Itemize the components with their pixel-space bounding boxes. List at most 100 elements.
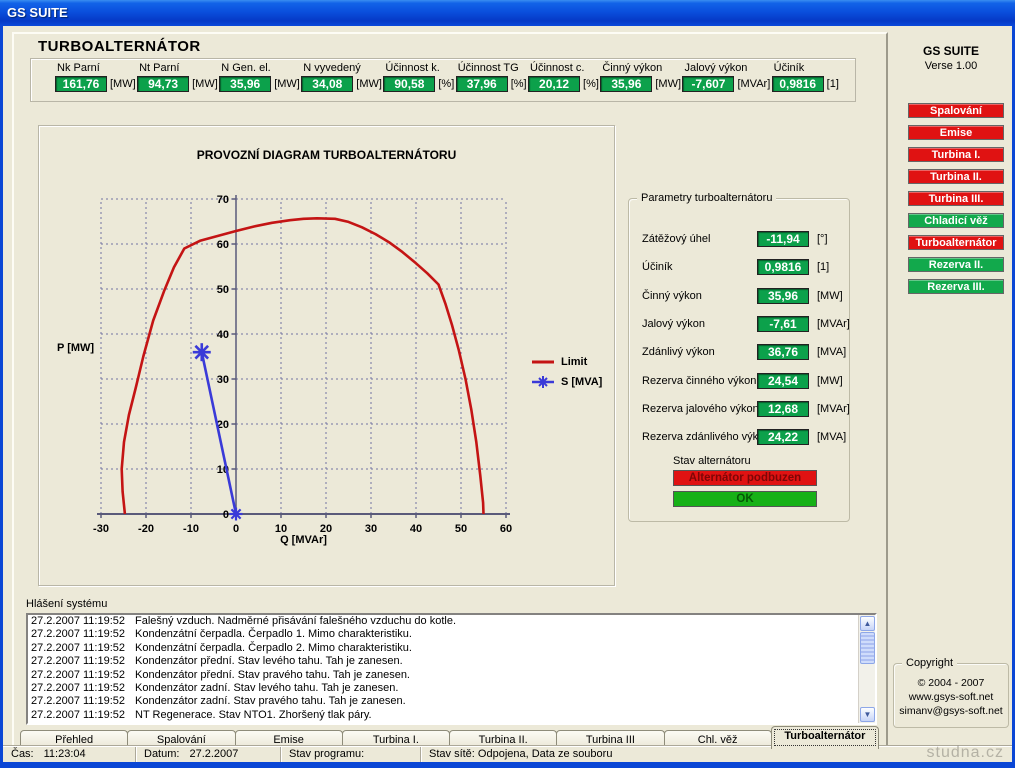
log-scrollbar[interactable]: ▲ ▼ [858,615,875,723]
sidebar-btn-turbina-2[interactable]: Turbina II. [908,169,1004,184]
sidebar-buttons: Spalování Emise Turbina I. Turbina II. T… [908,103,1004,301]
metric-value: 35,96 [219,76,271,92]
svg-text:30: 30 [217,374,229,386]
status-date: Datum:27.2.2007 [136,747,281,762]
scroll-up-icon[interactable]: ▲ [860,616,875,631]
sidebar-version: Verse 1.00 [890,60,1012,72]
log-entry[interactable]: 27.2.2007 11:19:52Kondenzátor přední. St… [28,669,875,682]
param-value: -7,61 [757,316,809,332]
status-time: Čas:11:23:04 [3,747,136,762]
x-axis-label: Q [MVAr] [101,534,506,546]
metric-unit: [MW] [192,78,218,90]
system-messages-label: Hlášení systému [26,598,107,610]
param-row: Jalový výkon-7,61[MVAr] [629,316,849,334]
sidebar-btn-turboalternator[interactable]: Turboalternátor [908,235,1004,250]
parameters-groupbox: Parametry turboalternátoru Zátěžový úhel… [628,198,850,522]
metric-value: -7,607 [682,76,734,92]
copyright-lines: © 2004 - 2007 www.gsys-soft.net simanv@g… [894,676,1008,718]
metric-unit: [1] [827,78,839,90]
sidebar-btn-rezerva-3[interactable]: Rezerva III. [908,279,1004,294]
metric-ucinik: Účiník 0,9816[1] [772,62,839,98]
copyright-website: www.gsys-soft.net [894,690,1008,704]
log-entry[interactable]: 27.2.2007 11:19:52Kondenzátor přední. St… [28,655,875,668]
svg-text:60: 60 [217,239,229,251]
sidebar-btn-turbina-1[interactable]: Turbina I. [908,147,1004,162]
param-row: Účiník0,9816[1] [629,259,849,277]
param-row: Rezerva činného výkonu24,54[MW] [629,373,849,391]
metric-unit: [%] [583,78,599,90]
metric-unit: [MW] [655,78,681,90]
log-entry[interactable]: 27.2.2007 11:19:52NT Regenerace. Stav NT… [28,709,875,722]
main-panel: TURBOALTERNÁTOR Nk Parní 161,76[MW] Nt P… [12,32,888,747]
status-network: Stav sítě: Odpojena, Data ze souboru [421,747,1012,762]
sidebar-btn-emise[interactable]: Emise [908,125,1004,140]
metric-value: 34,08 [301,76,353,92]
param-row: Zdánlivý výkon36,76[MVA] [629,344,849,362]
svg-text:0: 0 [223,509,229,521]
page-title: TURBOALTERNÁTOR [38,38,201,55]
watermark: studna.cz [927,744,1004,762]
metric-value: 35,96 [600,76,652,92]
application-window: GS SUITE TURBOALTERNÁTOR Nk Parní 161,76… [0,0,1015,768]
param-value: 12,68 [757,401,809,417]
log-entry[interactable]: 27.2.2007 11:19:52Falešný vzduch. Nadměr… [28,615,875,628]
log-entry[interactable]: 27.2.2007 11:19:52Kondenzátní čerpadla. … [28,628,875,641]
param-row: Rezerva zdánlivého výkonu24,22[MVA] [629,429,849,447]
copyright-years: © 2004 - 2007 [894,676,1008,690]
param-value: 24,54 [757,373,809,389]
operating-diagram-panel: PROVOZNÍ DIAGRAM TURBOALTERNÁTORU -30-20… [38,125,615,586]
svg-text:40: 40 [217,329,229,341]
tab-turboalternator[interactable]: Turboalternátor [771,726,879,749]
system-messages-list[interactable]: 27.2.2007 11:19:52Falešný vzduch. Nadměr… [26,613,877,725]
alternator-state-label: Stav alternátoru [673,455,751,467]
pq-diagram-chart: -30-20-100102030405060010203040506070 [69,189,529,551]
param-row: Rezerva jalového výkonu12,68[MVAr] [629,401,849,419]
status-program: Stav programu: [281,747,421,762]
sidebar-btn-chladici-vez[interactable]: Chladicí věž [908,213,1004,228]
sidebar-app-name: GS SUITE [890,44,1012,58]
metric-value: 0,9816 [772,76,824,92]
copyright-email: simanv@gsys-soft.net [894,704,1008,718]
log-entry[interactable]: 27.2.2007 11:19:52Kondenzátor zadní. Sta… [28,695,875,708]
log-entry[interactable]: 27.2.2007 11:19:52Kondenzátor zadní. Sta… [28,682,875,695]
sidebar-btn-turbina-3[interactable]: Turbina III. [908,191,1004,206]
window-titlebar[interactable]: GS SUITE [0,0,1015,26]
metric-ucinnost-tg: Účinnost TG 37,96[%] [456,62,527,98]
metric-unit: [MW] [356,78,382,90]
param-value: 24,22 [757,429,809,445]
metric-nt-parni: Nt Parní 94,73[MW] [137,62,218,98]
scroll-down-icon[interactable]: ▼ [860,707,875,722]
metric-ucinnost-c: Účinnost c. 20,12[%] [528,62,599,98]
chart-legend: Limit S [MVA] [531,352,615,392]
copyright-groupbox: Copyright © 2004 - 2007 www.gsys-soft.ne… [893,663,1009,728]
metric-unit: [%] [438,78,454,90]
metric-unit: [MW] [110,78,136,90]
param-value: 36,76 [757,344,809,360]
param-row: Zátěžový úhel-11,94[°] [629,231,849,249]
limit-line-icon [531,358,555,366]
metric-n-vyvedeny: N vyvedený 34,08[MW] [301,62,382,98]
metric-unit: [%] [511,78,527,90]
param-row: Činný výkon35,96[MW] [629,288,849,306]
legend-item-limit: Limit [531,352,615,372]
svg-text:70: 70 [217,194,229,206]
alternator-status-alert: Alternátor podbuzen [673,470,817,486]
chart-title: PROVOZNÍ DIAGRAM TURBOALTERNÁTORU [39,148,614,162]
log-entry[interactable]: 27.2.2007 11:19:52Kondenzátní čerpadla. … [28,642,875,655]
param-value: 35,96 [757,288,809,304]
window-border-left [0,26,3,768]
metric-nk-parni: Nk Parní 161,76[MW] [55,62,136,98]
metric-value: 161,76 [55,76,107,92]
sidebar-btn-spalovani[interactable]: Spalování [908,103,1004,118]
metric-unit: [MW] [274,78,300,90]
param-value: -11,94 [757,231,809,247]
metric-n-gen-el: N Gen. el. 35,96[MW] [219,62,300,98]
metric-ucinnost-k: Účinnost k. 90,58[%] [383,62,454,98]
sidebar-btn-rezerva-2[interactable]: Rezerva II. [908,257,1004,272]
s-vector-star-icon [531,374,555,390]
scrollbar-thumb[interactable] [860,632,875,664]
copyright-title: Copyright [902,657,957,669]
metrics-strip: Nk Parní 161,76[MW] Nt Parní 94,73[MW] N… [30,58,856,102]
legend-item-s: S [MVA] [531,372,615,392]
window-border-bottom [0,762,1015,768]
